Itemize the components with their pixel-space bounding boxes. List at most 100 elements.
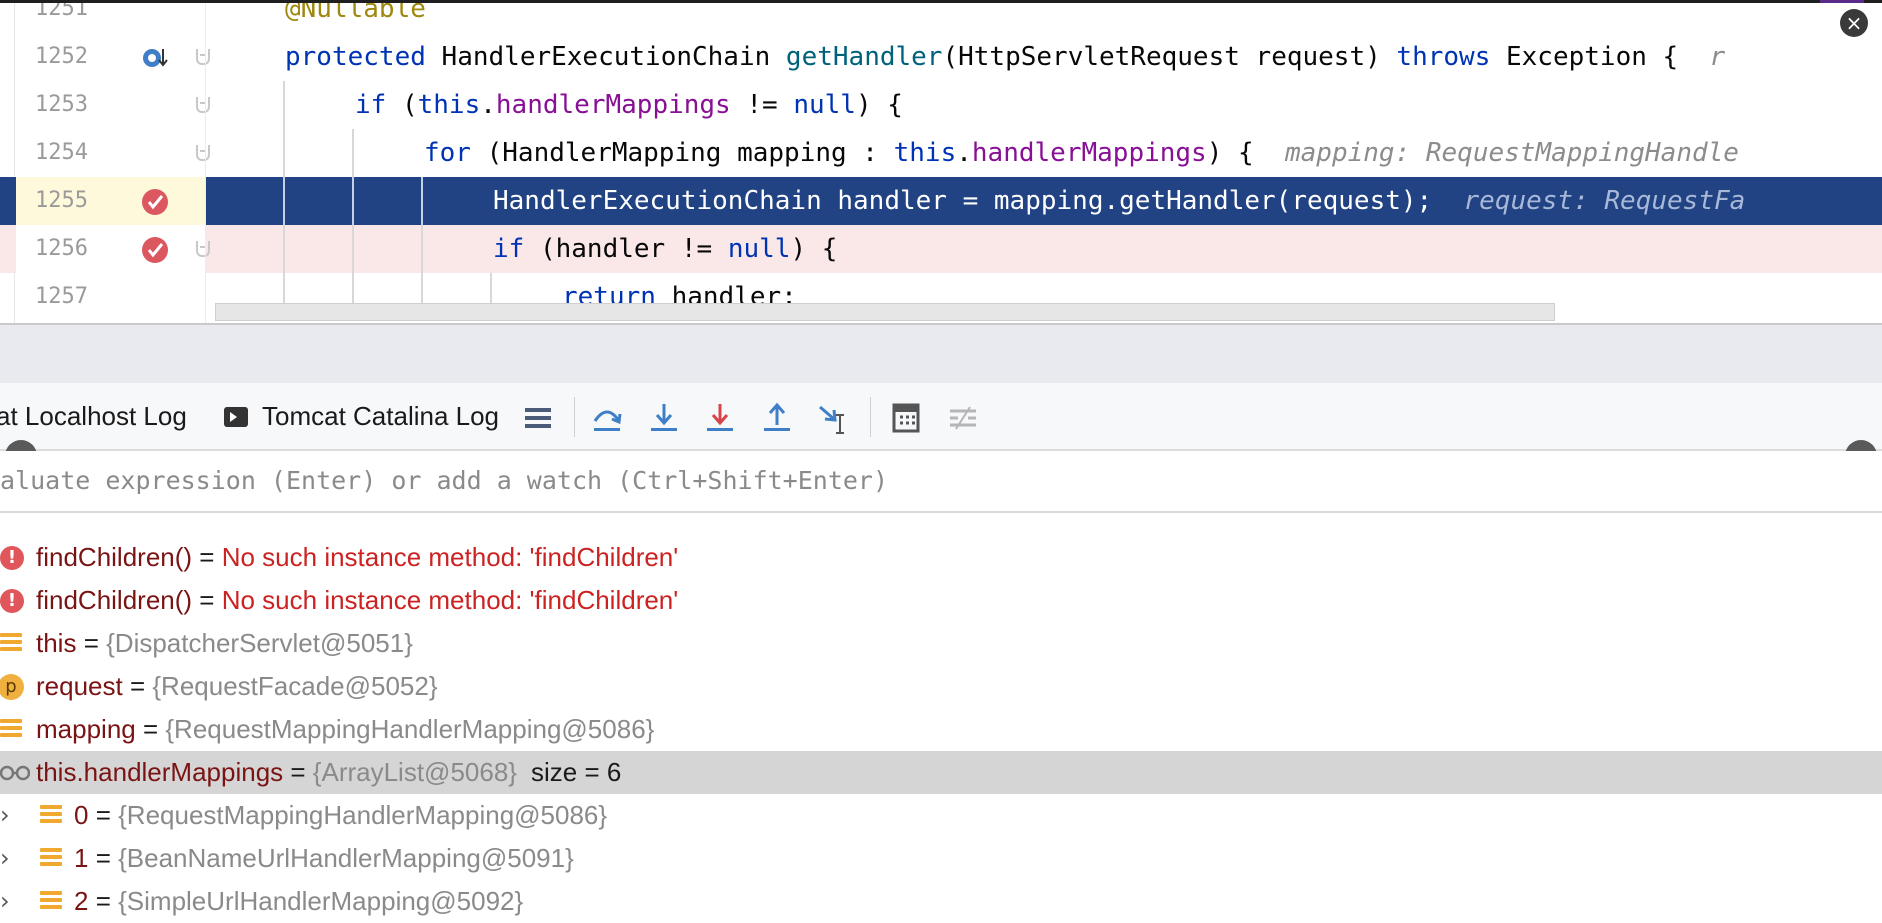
- fold-marker-icon[interactable]: [196, 49, 210, 65]
- indent-guide: [283, 225, 285, 273]
- parameter-icon: p: [0, 674, 24, 700]
- field-list-icon: [40, 891, 62, 911]
- fold-marker-icon[interactable]: [196, 97, 210, 113]
- toolbar-separator: [574, 397, 575, 437]
- tab-label: Tomcat Catalina Log: [262, 401, 500, 431]
- indent-guide: [352, 177, 354, 225]
- variable-value: No such instance method: 'findChildren': [221, 585, 679, 615]
- force-step-into-icon[interactable]: [703, 401, 737, 435]
- fold-edge: [205, 3, 206, 323]
- chevron-right-icon[interactable]: ›: [0, 794, 10, 837]
- fold-marker-icon[interactable]: [196, 145, 210, 161]
- debug-toolbar: at Localhost Log Tomcat Catalina Log: [0, 383, 1882, 449]
- variable-name: 0: [74, 800, 89, 830]
- variable-row[interactable]: p request = {RequestFacade@5052}: [0, 665, 1882, 708]
- close-icon[interactable]: ×: [1840, 9, 1868, 37]
- error-icon: !: [0, 546, 24, 570]
- toolbar-separator: [870, 397, 871, 437]
- line-number: 1256: [16, 225, 88, 273]
- variable-row-selected[interactable]: this.handlerMappings = {ArrayList@5068} s…: [0, 751, 1882, 794]
- method-breakpoint-icon[interactable]: [140, 45, 170, 71]
- code-line-1251[interactable]: 1251 @Nullable: [0, 3, 1882, 33]
- variable-name: request: [36, 671, 123, 701]
- variable-row[interactable]: › 1 = {BeanNameUrlHandlerMapping@5091}: [0, 837, 1882, 880]
- code-line-1256[interactable]: 1256 if (handler != null) {: [0, 225, 1882, 273]
- indent-guide: [352, 225, 354, 273]
- code-line-1253[interactable]: 1253 if (this.handlerMappings != null) {: [0, 81, 1882, 129]
- variable-name: mapping: [36, 714, 136, 744]
- variable-value: {BeanNameUrlHandlerMapping@5091}: [118, 843, 574, 873]
- variable-name: findChildren(): [36, 585, 193, 615]
- expression-placeholder: aluate expression (Enter) or add a watch…: [0, 466, 889, 495]
- variable-row[interactable]: › 2 = {SimpleUrlHandlerMapping@5092}: [0, 880, 1882, 923]
- code-line-1255-current[interactable]: 1255 HandlerExecutionChain handler = map…: [0, 177, 1882, 225]
- variable-row[interactable]: mapping = {RequestMappingHandlerMapping@…: [0, 708, 1882, 751]
- run-to-cursor-icon[interactable]: [816, 401, 850, 435]
- variable-value: {RequestFacade@5052}: [152, 671, 438, 701]
- error-icon: !: [0, 589, 24, 613]
- horizontal-scrollbar[interactable]: [215, 303, 1555, 321]
- chevron-right-icon[interactable]: ›: [0, 880, 10, 923]
- line-number: 1251: [35, 3, 88, 21]
- variable-name: this.handlerMappings: [36, 757, 284, 787]
- line-number: 1252: [35, 44, 88, 69]
- line-number: 1255: [16, 177, 88, 225]
- fold-marker-icon[interactable]: [196, 241, 210, 257]
- code-text: protected HandlerExecutionChain getHandl…: [285, 42, 1726, 72]
- indent-guide: [352, 129, 354, 177]
- code-text: @Nullable: [285, 3, 426, 24]
- variable-eq: =: [76, 628, 107, 658]
- variable-eq: =: [88, 800, 119, 830]
- code-line-1254[interactable]: 1254 for (HandlerMapping mapping : this.…: [0, 129, 1882, 177]
- step-into-icon[interactable]: [647, 401, 681, 435]
- variable-eq: =: [122, 671, 153, 701]
- variable-size: size = 6: [530, 757, 622, 787]
- variable-eq: =: [135, 714, 166, 744]
- code-text: if (handler != null) {: [493, 234, 838, 264]
- code-line-1252[interactable]: 1252 protected HandlerExecutionChain get…: [0, 33, 1882, 81]
- variable-eq: =: [283, 757, 313, 787]
- panel-splitter[interactable]: [0, 325, 1882, 383]
- variable-value: {DispatcherServlet@5051}: [106, 628, 413, 658]
- console-icon: [224, 407, 248, 427]
- variable-eq: =: [88, 843, 119, 873]
- watch-icon: [0, 765, 30, 781]
- chevron-right-icon[interactable]: ›: [0, 837, 10, 880]
- evaluate-expression-input[interactable]: aluate expression (Enter) or add a watch…: [0, 451, 1882, 511]
- indent-guide: [283, 81, 285, 129]
- field-list-icon: [40, 805, 62, 825]
- variable-row[interactable]: ! findChildren() = No such instance meth…: [0, 579, 1882, 622]
- indent-guide: [283, 129, 285, 177]
- breakpoint-icon[interactable]: [142, 189, 168, 215]
- field-list-icon: [0, 719, 22, 739]
- trace-stream-icon: [950, 406, 976, 430]
- tab-tomcat-localhost-log[interactable]: at Localhost Log: [0, 383, 187, 449]
- code-text: HandlerExecutionChain handler = mapping.…: [493, 186, 1746, 216]
- breakpoint-icon[interactable]: [142, 237, 168, 263]
- variable-row[interactable]: › 0 = {RequestMappingHandlerMapping@5086…: [0, 794, 1882, 837]
- code-editor[interactable]: 1251 @Nullable 1252 protected HandlerExe…: [0, 3, 1882, 323]
- variable-value: {SimpleUrlHandlerMapping@5092}: [118, 886, 524, 916]
- variable-row[interactable]: ! findChildren() = No such instance meth…: [0, 536, 1882, 579]
- step-over-icon[interactable]: [590, 401, 624, 435]
- evaluate-expression-icon[interactable]: [889, 401, 923, 435]
- step-out-icon[interactable]: [760, 401, 794, 435]
- variable-name: this: [36, 628, 77, 658]
- variable-eq: =: [88, 886, 119, 916]
- code-text: for (HandlerMapping mapping : this.handl…: [424, 138, 1739, 168]
- line-number: 1254: [35, 140, 88, 165]
- line-number: 1257: [35, 284, 88, 309]
- indent-guide: [421, 177, 423, 225]
- indent-guide: [283, 177, 285, 225]
- frames-menu-icon[interactable]: [521, 401, 555, 435]
- variable-eq: =: [192, 542, 222, 572]
- field-list-icon: [40, 848, 62, 868]
- tab-tomcat-catalina-log[interactable]: Tomcat Catalina Log: [224, 383, 499, 449]
- variable-value: {ArrayList@5068}: [312, 757, 517, 787]
- indent-guide: [421, 225, 423, 273]
- variable-name: findChildren(): [36, 542, 193, 572]
- variable-name: 2: [74, 886, 89, 916]
- line-number: 1253: [35, 92, 88, 117]
- variable-value: {RequestMappingHandlerMapping@5086}: [118, 800, 608, 830]
- variable-row[interactable]: this = {DispatcherServlet@5051}: [0, 622, 1882, 665]
